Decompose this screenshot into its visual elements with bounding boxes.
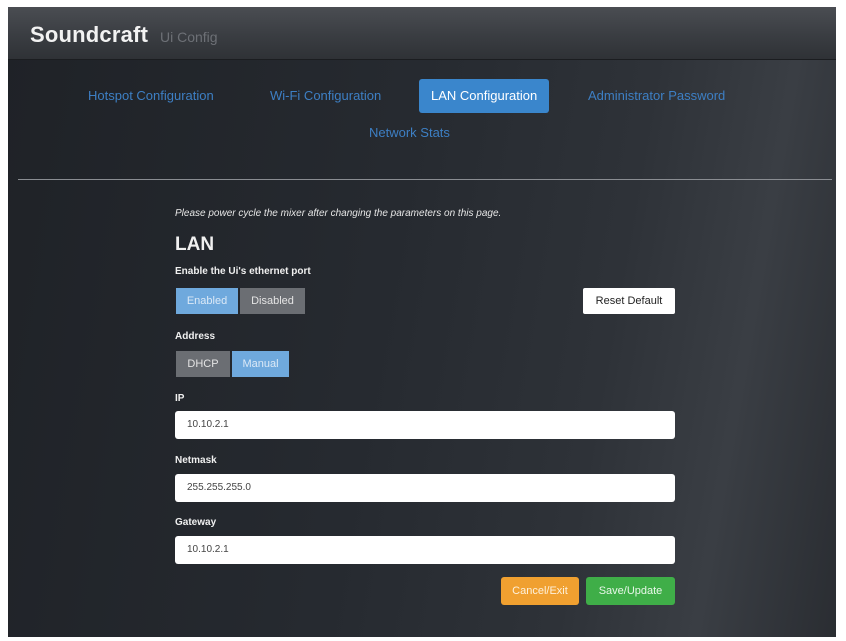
ip-field[interactable]: 10.10.2.1 [175,411,675,439]
tab-wifi-configuration[interactable]: Wi-Fi Configuration [270,79,381,113]
address-label: Address [175,331,216,342]
section-title: LAN [175,234,215,255]
ethernet-enabled-option[interactable]: Enabled [176,288,238,314]
netmask-field[interactable]: 255.255.255.0 [175,474,675,502]
ethernet-port-label: Enable the Ui's ethernet port [175,266,311,277]
section-divider [18,179,832,180]
ip-label: IP [175,393,185,404]
tab-lan-configuration[interactable]: LAN Configuration [419,79,550,113]
tab-administrator-password[interactable]: Administrator Password [588,79,725,113]
tab-hotspot-configuration[interactable]: Hotspot Configuration [88,79,214,113]
save-update-button[interactable]: Save/Update [586,577,675,605]
address-dhcp-option[interactable]: DHCP [176,351,230,377]
reset-default-button[interactable]: Reset Default [583,288,675,314]
brand-name: Soundcraft [30,22,149,47]
app-window: Soundcraft Ui Config Hotspot Configurati… [8,7,836,637]
address-manual-option[interactable]: Manual [232,351,289,377]
tab-network-stats[interactable]: Network Stats [369,116,450,150]
ethernet-disabled-option[interactable]: Disabled [240,288,305,314]
gateway-field[interactable]: 10.10.2.1 [175,536,675,564]
cancel-exit-button[interactable]: Cancel/Exit [501,577,579,605]
gateway-label: Gateway [175,517,217,528]
power-cycle-notice: Please power cycle the mixer after chang… [175,208,502,219]
brand-subtitle: Ui Config [160,29,218,45]
netmask-label: Netmask [175,455,217,466]
top-bar: Soundcraft Ui Config [8,7,836,60]
